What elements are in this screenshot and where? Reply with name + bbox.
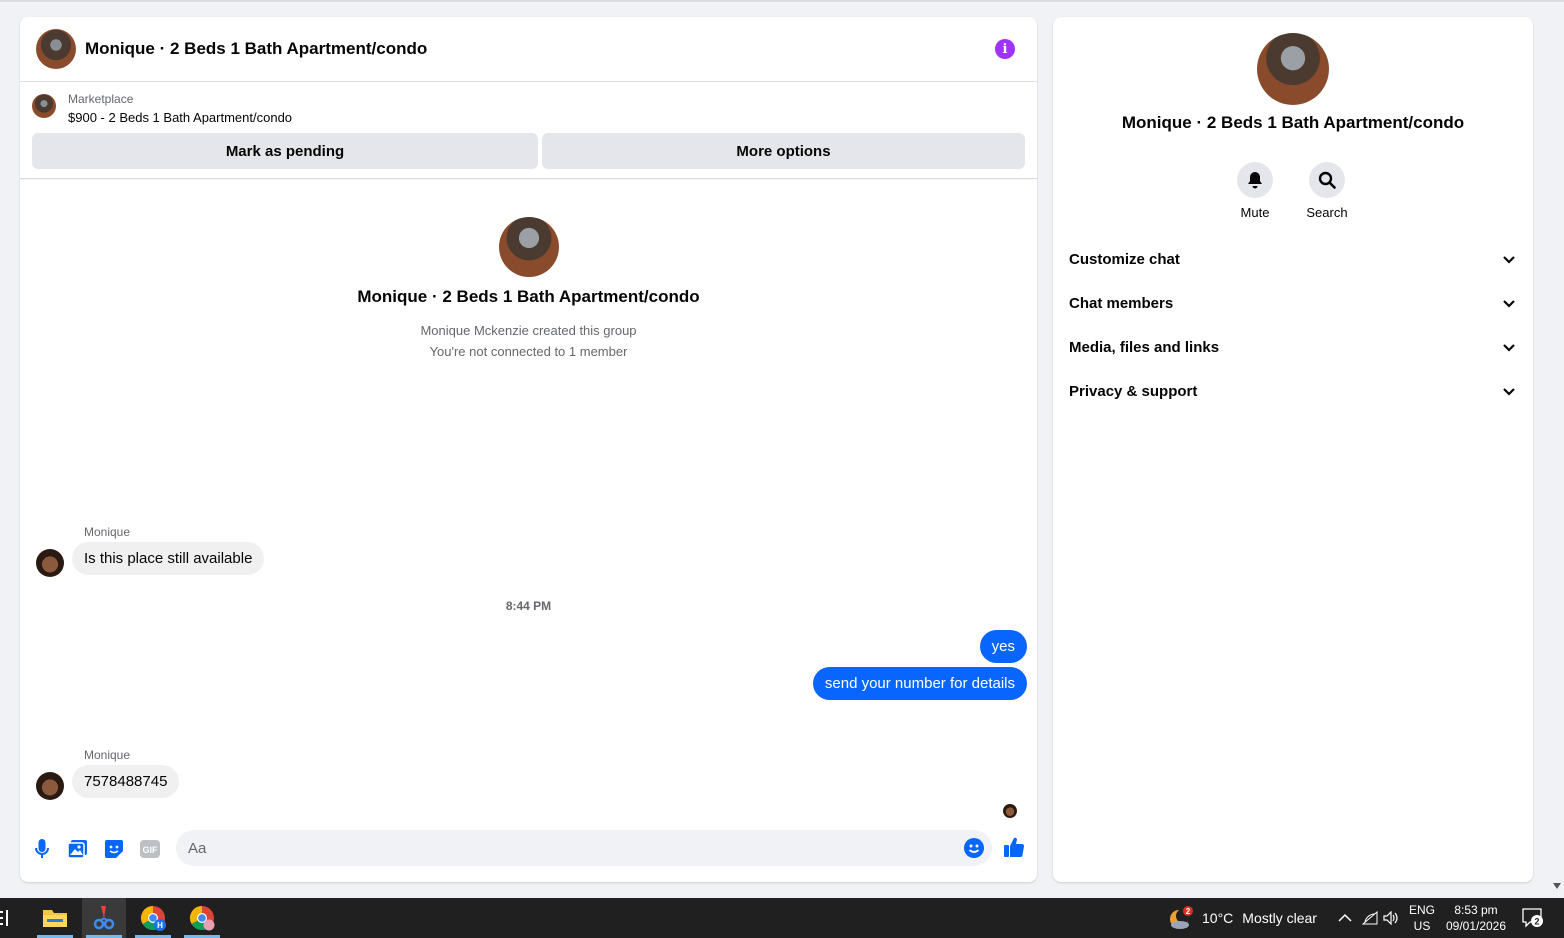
emoji-icon[interactable]	[963, 837, 985, 859]
like-thumbs-up-icon[interactable]	[1003, 836, 1025, 858]
chat-title[interactable]: Monique · 2 Beds 1 Bath Apartment/condo	[85, 39, 427, 59]
intro-connection-text: You're not connected to 1 member	[429, 344, 628, 359]
listing-title[interactable]: $900 - 2 Beds 1 Bath Apartment/condo	[68, 110, 292, 125]
mute-button[interactable]: Mute	[1225, 162, 1285, 220]
weather-condition: Mostly clear	[1242, 910, 1317, 926]
chevron-down-icon	[1503, 344, 1515, 352]
network-icon[interactable]	[1362, 898, 1378, 938]
section-label: Media, files and links	[1069, 338, 1220, 356]
seen-indicator-avatar	[1003, 804, 1017, 818]
message-bubble-incoming[interactable]: 7578488745	[72, 765, 180, 798]
intro-avatar	[498, 217, 559, 277]
search-label: Search	[1306, 205, 1348, 220]
gif-icon[interactable]: GIF	[139, 838, 161, 860]
attach-image-icon[interactable]	[67, 838, 89, 860]
chat-avatar[interactable]	[36, 29, 76, 69]
clock[interactable]: 8:53 pm 09/01/2026	[1442, 902, 1510, 934]
info-icon[interactable]: i	[995, 39, 1015, 59]
sender-name: Monique	[84, 748, 131, 762]
chat-header: Monique · 2 Beds 1 Bath Apartment/condo …	[20, 17, 1037, 82]
section-chat-members[interactable]: Chat members	[1069, 283, 1517, 323]
section-media-files-links[interactable]: Media, files and links	[1069, 327, 1517, 367]
message-bubble-incoming[interactable]: Is this place still available	[72, 542, 265, 575]
gif-label: GIF	[143, 845, 159, 855]
section-label: Chat members	[1069, 294, 1174, 312]
snipping-tool-icon	[93, 906, 115, 930]
message-input-box[interactable]	[176, 830, 992, 866]
mark-as-pending-button[interactable]: Mark as pending	[32, 133, 538, 169]
show-hidden-icons[interactable]	[1338, 898, 1352, 938]
message-input[interactable]	[176, 830, 946, 866]
volume-icon[interactable]	[1383, 898, 1399, 938]
section-label: Customize chat	[1069, 250, 1180, 268]
mute-label: Mute	[1240, 205, 1270, 220]
marketplace-bar: Marketplace $900 - 2 Beds 1 Bath Apartme…	[20, 82, 1037, 179]
bell-icon	[1237, 162, 1273, 198]
chat-panel: Monique · 2 Beds 1 Bath Apartment/condo …	[20, 17, 1037, 882]
weather-badge: 2	[1186, 907, 1191, 916]
top-border	[0, 0, 1564, 2]
more-options-button[interactable]: More options	[542, 133, 1025, 169]
notification-count: 2	[1534, 917, 1539, 927]
details-avatar[interactable]	[1257, 33, 1329, 105]
search-button[interactable]: Search	[1297, 162, 1357, 220]
chevron-down-icon	[1503, 300, 1515, 308]
chevron-up-icon	[1338, 913, 1352, 922]
sender-avatar[interactable]	[36, 772, 64, 800]
chevron-down-icon	[1503, 388, 1515, 396]
sender-name: Monique	[84, 525, 131, 539]
microphone-icon[interactable]	[31, 838, 53, 860]
input-language-indicator[interactable]: ENG US	[1404, 902, 1440, 934]
chrome-icon	[189, 906, 215, 931]
language-code: ENG	[1408, 903, 1435, 917]
message-timestamp: 8:44 PM	[505, 599, 552, 613]
windows-taskbar: H 2 10°C Mostly clear ENG US 8:53 pm 09/…	[0, 898, 1564, 938]
task-view-icon[interactable]	[0, 910, 12, 926]
taskbar-snipping-tool[interactable]	[82, 898, 126, 938]
taskbar-chrome-profile-h[interactable]: H	[131, 898, 175, 938]
sender-avatar[interactable]	[36, 549, 64, 577]
search-icon	[1309, 162, 1345, 198]
listing-thumbnail[interactable]	[32, 94, 56, 118]
clock-time: 8:53 pm	[1454, 903, 1498, 917]
scrollbar-down-arrow[interactable]	[1553, 883, 1561, 889]
notification-center-icon[interactable]: 2	[1522, 908, 1544, 928]
message-bubble-outgoing[interactable]: send your number for details	[812, 667, 1027, 700]
chat-intro: Monique · 2 Beds 1 Bath Apartment/condo …	[20, 217, 1037, 362]
chevron-down-icon	[1503, 256, 1515, 264]
clock-date: 09/01/2026	[1445, 919, 1507, 933]
conversation-details-panel: Monique · 2 Beds 1 Bath Apartment/condo …	[1053, 17, 1533, 882]
composer: GIF	[20, 822, 1037, 882]
details-title: Monique · 2 Beds 1 Bath Apartment/condo	[1121, 113, 1465, 132]
folder-icon	[43, 910, 67, 927]
svg-text:H: H	[157, 921, 163, 930]
marketplace-label: Marketplace	[68, 92, 134, 106]
intro-title: Monique · 2 Beds 1 Bath Apartment/condo	[357, 287, 700, 306]
keyboard-layout: US	[1413, 919, 1431, 933]
section-customize-chat[interactable]: Customize chat	[1069, 239, 1517, 279]
section-privacy-support[interactable]: Privacy & support	[1069, 371, 1517, 411]
intro-created-text: Monique Mckenzie created this group	[420, 323, 637, 338]
taskbar-chrome[interactable]	[180, 898, 224, 938]
taskbar-file-explorer[interactable]	[33, 898, 77, 938]
weather-moon-cloud-icon: 2	[1170, 906, 1193, 929]
intro-subtitle: Monique Mckenzie created this group You'…	[20, 320, 1037, 362]
sticker-icon[interactable]	[103, 838, 125, 860]
chrome-icon: H	[140, 906, 166, 931]
message-bubble-outgoing[interactable]: yes	[979, 630, 1027, 663]
section-label: Privacy & support	[1069, 382, 1198, 400]
weather-widget[interactable]: 2 10°C Mostly clear	[1168, 898, 1317, 938]
weather-temp: 10°C	[1202, 910, 1234, 926]
